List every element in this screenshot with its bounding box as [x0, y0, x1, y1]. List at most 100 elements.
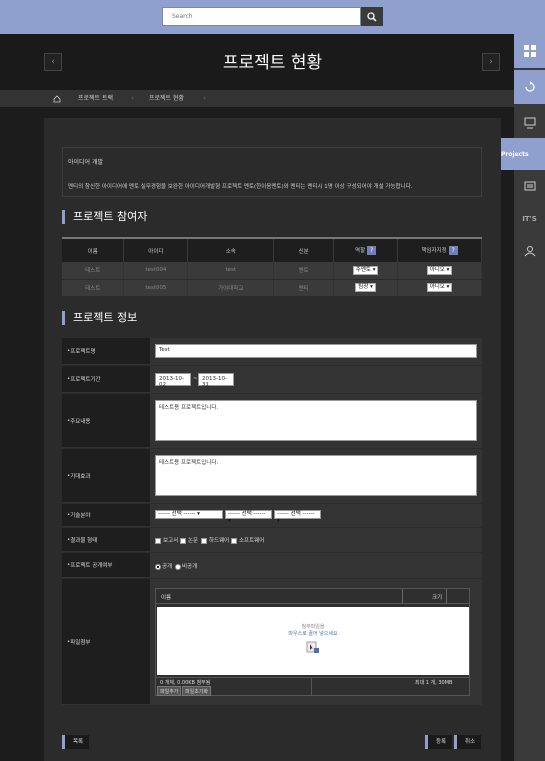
- chevron-right-icon: ›: [489, 57, 493, 67]
- project-name-input[interactable]: Test: [155, 344, 477, 358]
- result-value-cell: 보고서 논문 하드웨어 소프트웨어: [150, 528, 482, 551]
- next-button[interactable]: ›: [482, 53, 500, 71]
- drop-hint-line2: 마우스로 끌어 넣으세요: [288, 631, 338, 637]
- radio-button[interactable]: [175, 563, 181, 570]
- cell-leader: 아니오 ▾: [397, 279, 482, 297]
- page-header: ‹ 프로젝트 현황 ›: [0, 34, 515, 90]
- file-col-size: 크기: [432, 595, 443, 601]
- name-value-cell: Test: [150, 338, 482, 364]
- tech-label: • 기술분야: [62, 504, 150, 526]
- tech-select-2-value: ------ 선택 ------: [228, 511, 266, 517]
- breadcrumb-home[interactable]: [44, 90, 70, 107]
- drop-hint-line1: 첨부파일을: [301, 624, 325, 630]
- result-option-report[interactable]: 보고서: [155, 536, 178, 544]
- leader-select[interactable]: 아니오 ▾: [426, 283, 453, 292]
- breadcrumb: 프로젝트 트랙 › 프로젝트 현황 ›: [0, 90, 515, 107]
- checkbox[interactable]: [155, 537, 161, 544]
- chat-icon: [524, 181, 535, 191]
- add-file-button[interactable]: 파일추가: [157, 686, 182, 696]
- effect-label-text: 기대효과: [70, 473, 91, 480]
- role-label: 역할: [355, 248, 366, 254]
- cell-leader: 아니오 ▾: [397, 262, 482, 280]
- cell-id: test004: [123, 262, 189, 280]
- project-type-box: 아이디어 개발 멘티의 참신한 아이디어에 멘토 실무경험을 보완한 아이디어개…: [62, 147, 482, 197]
- period-value-cell: 2013-10-02 ~ 2013-10-31: [150, 366, 482, 392]
- checkbox[interactable]: [231, 537, 237, 544]
- radio-button[interactable]: [155, 563, 161, 570]
- participants-heading: 프로젝트 참여자: [62, 210, 147, 224]
- sidebar-item-refresh[interactable]: [514, 70, 545, 104]
- form-row-tech: • 기술분야 ------ 선택 ------ ▾ ------ 선택 ----…: [62, 504, 482, 527]
- file-limit: 최대 1 개, 30MB: [415, 680, 453, 686]
- form-row-period: • 프로젝트기간 2013-10-02 ~ 2013-10-31: [62, 366, 482, 393]
- cell-org: test: [187, 262, 275, 280]
- info-heading: 프로젝트 정보: [62, 311, 137, 325]
- leader-select[interactable]: 아니오 ▾: [426, 265, 453, 275]
- sidebar-item-user[interactable]: [514, 234, 545, 268]
- period-label: • 프로젝트기간: [62, 366, 150, 392]
- col-header-role: 역할?: [333, 237, 399, 262]
- list-button[interactable]: 목록: [62, 735, 90, 749]
- col-header-name: 이름: [62, 237, 125, 262]
- chevron-right-icon: ›: [131, 94, 134, 102]
- cell-name: 테스트: [62, 262, 125, 280]
- form-row-file: • 파일첨부 이름 크기 첨부파일을 마우스로 끌어 넣으세요 0 개체, 0.…: [62, 579, 482, 705]
- sidebar-item-chat[interactable]: [514, 170, 545, 204]
- file-drop-zone[interactable]: 첨부파일을 마우스로 끌어 넣으세요: [157, 607, 469, 675]
- tech-select-3[interactable]: ------ 선택 ------ ▾: [274, 510, 321, 524]
- register-button[interactable]: 등록: [425, 735, 453, 749]
- breadcrumb-item-track[interactable]: 프로젝트 트랙: [78, 90, 113, 107]
- public-option-private[interactable]: 비공개: [175, 562, 197, 570]
- role-select[interactable]: 팀장 ▾: [355, 283, 376, 292]
- result-option-hardware[interactable]: 하드웨어: [201, 536, 229, 544]
- breadcrumb-item-status[interactable]: 프로젝트 현황: [149, 90, 184, 107]
- effect-label: • 기대효과: [62, 449, 150, 502]
- col-header-leader: 책임자지정?: [397, 237, 482, 262]
- result-option-software[interactable]: 소프트웨어: [231, 536, 264, 544]
- checkbox[interactable]: [201, 537, 207, 544]
- file-status: 0 개체, 0.00KB 첨부됨: [160, 680, 211, 686]
- sidebar-item-its[interactable]: IT'S: [514, 202, 545, 236]
- cell-role: 주멘토 ▾: [333, 262, 399, 280]
- tech-select-2[interactable]: ------ 선택 ------ ▾: [225, 510, 272, 524]
- help-icon[interactable]: ?: [448, 246, 458, 255]
- result-label: • 결과물 형태: [62, 528, 150, 551]
- public-value-cell: 공개 비공개: [150, 553, 482, 577]
- role-select[interactable]: 주멘토 ▾: [352, 265, 379, 275]
- main-value-cell: 테스트용 프로젝트입니다.: [150, 394, 482, 447]
- search-button[interactable]: [361, 7, 383, 26]
- tech-select-1[interactable]: ------ 선택 ------ ▾: [155, 510, 223, 519]
- search-icon: [367, 11, 377, 22]
- col-header-org: 소속: [187, 237, 275, 262]
- sidebar-item-monitor[interactable]: [514, 106, 545, 140]
- cancel-button[interactable]: 취소: [454, 735, 482, 749]
- page-title: 프로젝트 현황: [222, 53, 323, 73]
- cell-id: test005: [123, 279, 189, 297]
- result-option-paper[interactable]: 논문: [180, 536, 198, 544]
- sidebar-item-its-label: IT'S: [522, 215, 537, 223]
- public-option-open[interactable]: 공개: [155, 562, 172, 570]
- main-label: • 주요내용: [62, 394, 150, 447]
- main-content-textarea[interactable]: 테스트용 프로젝트입니다.: [155, 400, 477, 441]
- col-header-id: 아이디: [123, 237, 189, 262]
- checkbox[interactable]: [180, 537, 186, 544]
- result-option-paper-label: 논문: [188, 538, 199, 544]
- reset-file-button[interactable]: 파일초기화: [182, 686, 212, 696]
- divider: [446, 589, 447, 604]
- name-label-text: 프로젝트명: [70, 349, 96, 355]
- sidebar-item-dashboard[interactable]: [514, 34, 545, 68]
- effect-value-cell: 테스트용 프로젝트입니다.: [150, 449, 482, 502]
- start-date-input[interactable]: 2013-10-02: [155, 373, 191, 388]
- tech-select-3-value: ------ 선택 ------: [277, 511, 315, 517]
- effect-textarea[interactable]: 테스트용 프로젝트입니다.: [155, 455, 477, 496]
- search-input[interactable]: [162, 7, 361, 26]
- home-icon: [53, 94, 61, 102]
- monitor-icon: [524, 117, 535, 129]
- file-label: • 파일첨부: [62, 579, 150, 704]
- main-label-text: 주요내용: [70, 418, 91, 425]
- end-date-input[interactable]: 2013-10-31: [198, 373, 234, 388]
- tech-select-1-value: ------ 선택 ------: [158, 511, 196, 517]
- form-row-effect: • 기대효과 테스트용 프로젝트입니다.: [62, 449, 482, 503]
- help-icon[interactable]: ?: [367, 246, 377, 255]
- cell-role: 팀장 ▾: [333, 279, 399, 297]
